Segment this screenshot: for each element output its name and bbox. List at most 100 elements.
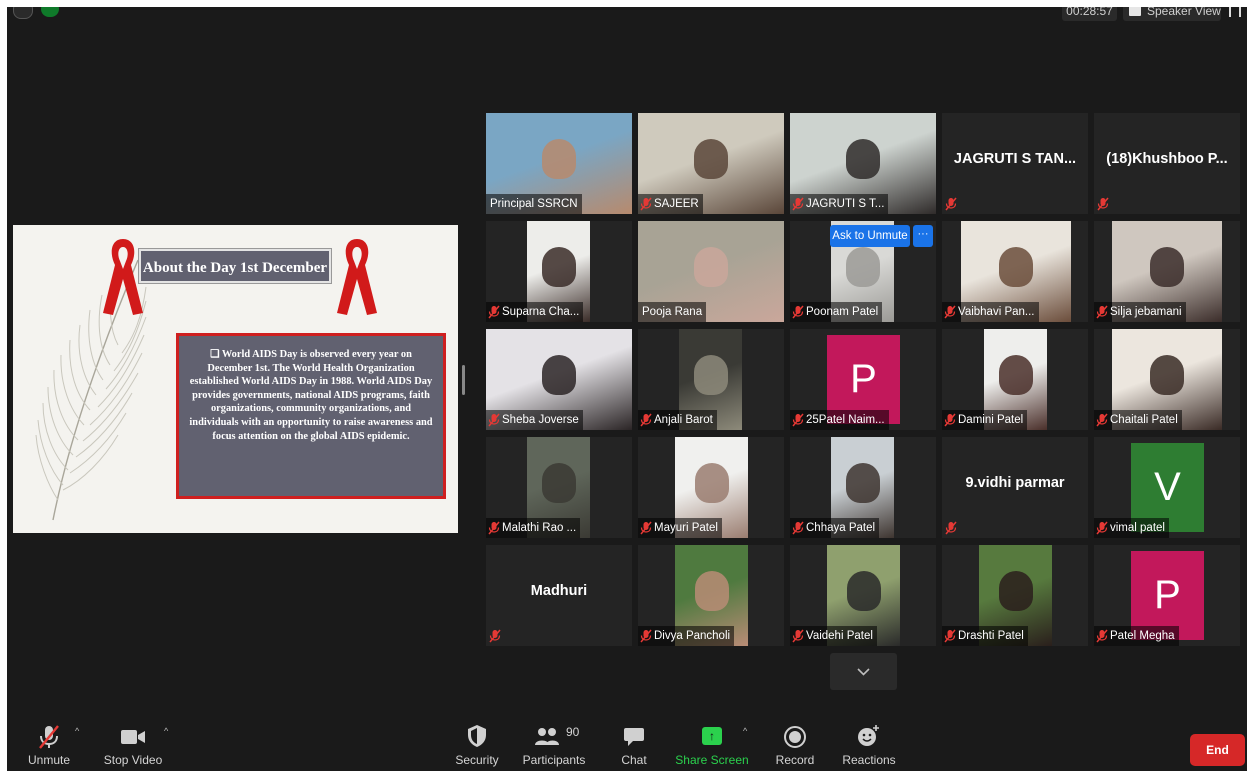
muted-microphone-icon <box>640 629 652 643</box>
fullscreen-icon[interactable] <box>1229 7 1241 17</box>
participant-silhouette <box>998 355 1033 395</box>
participant-tile[interactable]: Pooja Rana <box>638 221 784 322</box>
participant-name: Pooja Rana <box>642 306 703 318</box>
share-screen-label: Share Screen <box>675 753 749 767</box>
participant-tile[interactable]: JAGRUTI S TAN... <box>942 113 1088 214</box>
unmute-button[interactable]: Unmute <box>23 723 75 769</box>
participant-tile[interactable]: Vvimal patel <box>1094 437 1240 538</box>
shield-icon <box>468 725 486 747</box>
participant-name: vimal patel <box>1110 522 1165 534</box>
share-options-caret[interactable]: ^ <box>743 726 753 736</box>
participant-tile[interactable]: Anjali Barot <box>638 329 784 430</box>
participant-tile[interactable]: Divya Pancholi <box>638 545 784 646</box>
participant-silhouette <box>693 355 728 395</box>
more-options-button[interactable]: ··· <box>913 225 933 247</box>
participant-name-bar: Vaidehi Patel <box>790 626 877 646</box>
share-screen-icon: ↑ <box>702 727 722 745</box>
top-bar: 00:28:57 Speaker View <box>7 7 1247 25</box>
participant-silhouette <box>542 355 576 395</box>
participant-tile[interactable]: Damini Patel <box>942 329 1088 430</box>
participant-tile[interactable]: 9.vidhi parmar <box>942 437 1088 538</box>
participant-name-bar: Chaitali Patel <box>1094 410 1182 430</box>
participant-name-bar: Vaibhavi Pan... <box>942 302 1039 322</box>
muted-microphone-icon <box>39 725 59 749</box>
participant-silhouette <box>542 139 576 179</box>
record-icon <box>784 726 806 748</box>
participant-silhouette <box>846 571 881 611</box>
muted-microphone-icon <box>944 305 956 319</box>
video-options-caret[interactable]: ^ <box>164 726 174 736</box>
muted-microphone-icon <box>792 629 804 643</box>
participant-name-bar: Patel Megha <box>1094 626 1179 646</box>
record-label: Record <box>775 753 815 767</box>
participant-tile[interactable]: Sheba Joverse <box>486 329 632 430</box>
participant-tile[interactable]: P 25Patel Naim... <box>790 329 936 430</box>
view-toggle-button[interactable]: Speaker View <box>1123 7 1221 21</box>
participant-display-name: 9.vidhi parmar <box>965 475 1065 491</box>
participant-tile[interactable]: Vaibhavi Pan... <box>942 221 1088 322</box>
muted-microphone-icon <box>945 521 957 535</box>
unmute-label: Unmute <box>27 753 71 767</box>
audio-options-caret[interactable]: ^ <box>75 726 85 736</box>
muted-microphone-icon <box>1096 629 1108 643</box>
participant-name-bar: Divya Pancholi <box>638 626 735 646</box>
participant-display-name: JAGRUTI S TAN... <box>953 151 1077 167</box>
participant-name: JAGRUTI S T... <box>806 198 885 210</box>
splitter-handle[interactable] <box>462 365 465 395</box>
participant-tile[interactable]: (18)Khushboo P... <box>1094 113 1240 214</box>
participant-silhouette <box>694 463 729 503</box>
participant-name-bar: Chhaya Patel <box>790 518 880 538</box>
muted-microphone-icon <box>488 521 500 535</box>
participant-name-bar: vimal patel <box>1094 518 1169 538</box>
participant-tile[interactable]: Drashti Patel <box>942 545 1088 646</box>
participant-tile[interactable]: Vaidehi Patel <box>790 545 936 646</box>
participant-silhouette <box>998 571 1033 611</box>
share-screen-button[interactable]: ↑ Share Screen <box>675 723 749 769</box>
participant-tile[interactable]: P Patel Megha <box>1094 545 1240 646</box>
reactions-button[interactable]: Reactions <box>841 723 897 769</box>
meeting-info-icon[interactable] <box>13 7 33 19</box>
participant-name-bar: Poonam Patel <box>790 302 883 322</box>
participant-tile[interactable]: JAGRUTI S T... <box>790 113 936 214</box>
muted-microphone-icon <box>1096 305 1108 319</box>
red-ribbon-icon <box>337 239 377 315</box>
participant-name-bar: 25Patel Naim... <box>790 410 889 430</box>
participant-silhouette <box>1150 247 1184 287</box>
participants-label: Participants <box>522 753 586 767</box>
participant-tile[interactable]: Malathi Rao ... <box>486 437 632 538</box>
participant-silhouette <box>541 247 576 287</box>
muted-microphone-icon <box>792 305 804 319</box>
security-label: Security <box>455 753 499 767</box>
stop-video-button[interactable]: Stop Video <box>103 723 163 769</box>
share-arrow-icon: ↑ <box>709 729 715 743</box>
participant-display-name: Madhuri <box>530 583 588 599</box>
ask-to-unmute-button[interactable]: Ask to Unmute <box>830 225 910 247</box>
next-page-button[interactable] <box>830 653 897 690</box>
chat-button[interactable]: Chat <box>616 723 652 769</box>
security-button[interactable]: Security <box>452 723 502 769</box>
encryption-shield-icon[interactable] <box>41 7 59 17</box>
meeting-toolbar: Unmute ^ Stop Video ^ Security 90 Partic… <box>7 713 1247 771</box>
muted-microphone-icon <box>640 197 652 211</box>
slide-body: ❑ World AIDS Day is observed every year … <box>176 333 446 499</box>
participant-name-bar: Suparna Cha... <box>486 302 584 322</box>
participant-name: Vaibhavi Pan... <box>958 306 1035 318</box>
participant-tile[interactable]: Mayuri Patel <box>638 437 784 538</box>
participant-tile[interactable]: Chaitali Patel <box>1094 329 1240 430</box>
end-meeting-button[interactable]: End <box>1190 734 1245 766</box>
participant-tile[interactable]: Chhaya Patel <box>790 437 936 538</box>
participant-tile[interactable]: Suparna Cha... <box>486 221 632 322</box>
participants-button[interactable]: 90 Participants <box>522 723 586 769</box>
participants-count: 90 <box>566 725 580 739</box>
participant-tile[interactable]: Madhuri <box>486 545 632 646</box>
participant-tile[interactable]: Silja jebamani <box>1094 221 1240 322</box>
participant-tile[interactable]: Principal SSRCN <box>486 113 632 214</box>
participant-silhouette <box>694 247 728 287</box>
participant-tile[interactable]: SAJEER <box>638 113 784 214</box>
participant-name: Patel Megha <box>1110 630 1175 642</box>
participant-name: Anjali Barot <box>654 414 713 426</box>
record-button[interactable]: Record <box>773 723 817 769</box>
participant-name: Principal SSRCN <box>490 198 578 210</box>
participant-name: Vaidehi Patel <box>806 630 873 642</box>
muted-microphone-icon <box>1096 521 1108 535</box>
